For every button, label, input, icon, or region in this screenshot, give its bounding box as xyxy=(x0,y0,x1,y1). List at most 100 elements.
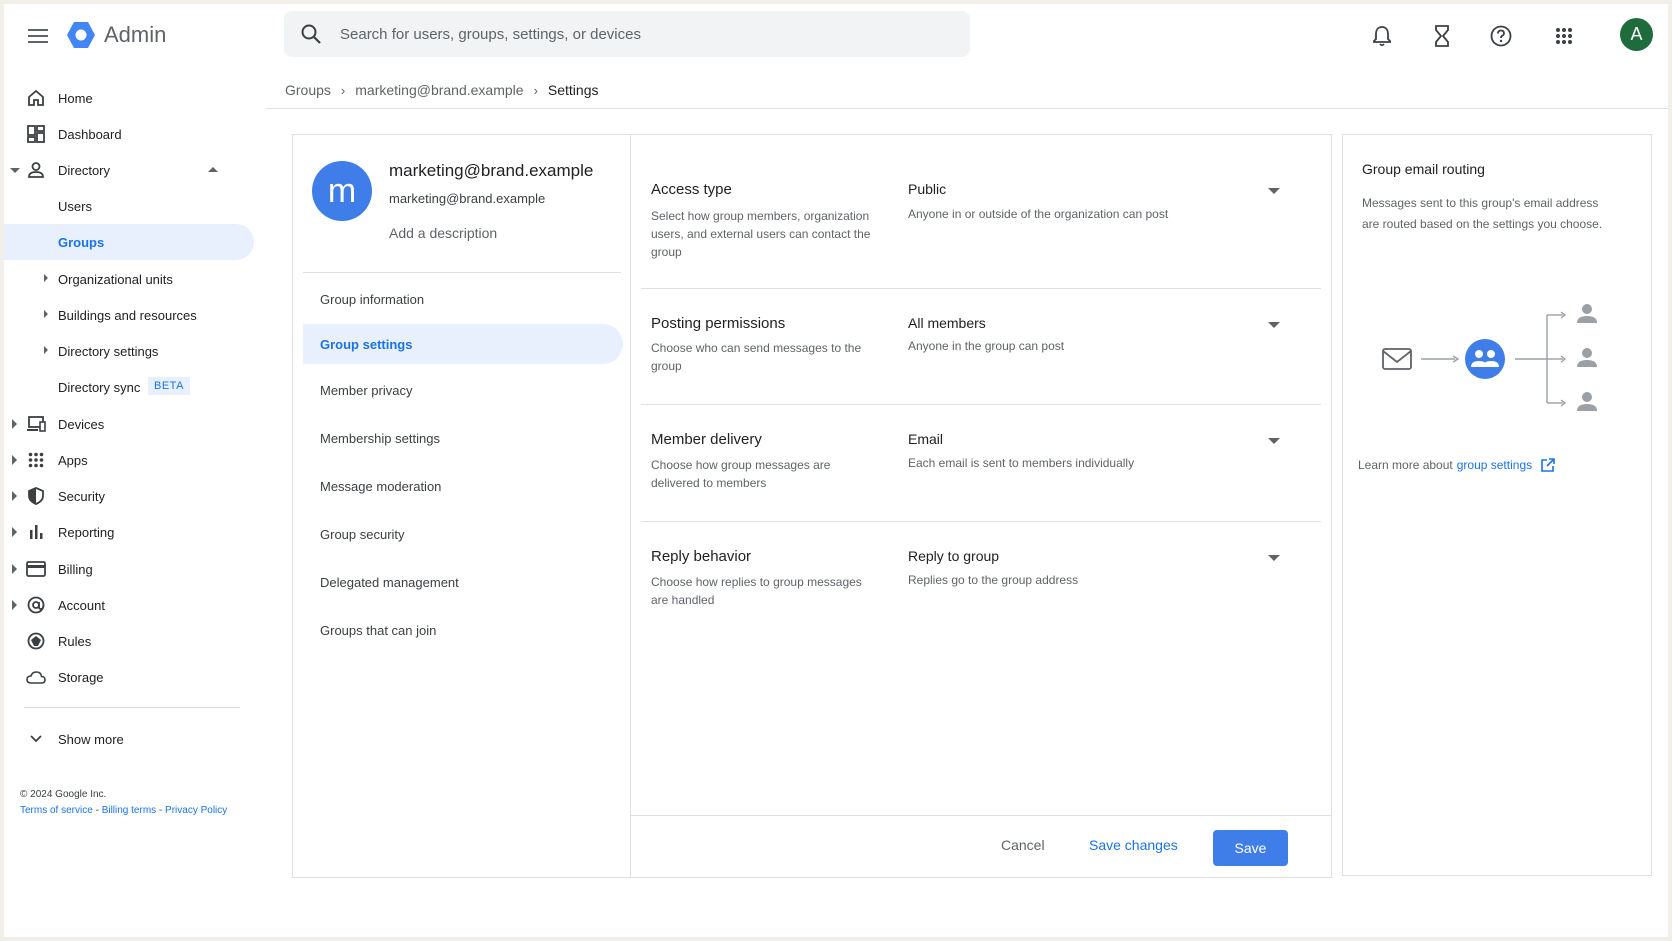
search-bar[interactable] xyxy=(284,11,970,57)
sidebar-item-label: Buildings and resources xyxy=(58,307,197,323)
breadcrumb-chevron-icon: › xyxy=(533,82,538,98)
sidebar-item-organizational-units[interactable]: Organizational units xyxy=(4,261,254,297)
terms-link[interactable]: Terms of service xyxy=(20,805,93,816)
email-routing-diagram xyxy=(1382,304,1597,411)
sidebar-item-security[interactable]: Security xyxy=(4,478,254,514)
expand-caret-icon xyxy=(44,346,48,354)
setting-value[interactable]: Reply to group xyxy=(908,548,999,564)
sidebar-item-label: Storage xyxy=(58,669,104,685)
breadcrumb-groups[interactable]: Groups xyxy=(285,82,331,98)
dropdown-arrow-icon[interactable] xyxy=(1268,188,1280,194)
expand-caret-icon xyxy=(44,274,48,282)
group-title: marketing@brand.example xyxy=(389,161,594,180)
save-changes-button[interactable]: Save changes xyxy=(1089,827,1178,863)
group-menu-group-information[interactable]: Group information xyxy=(303,279,623,319)
sidebar-item-groups[interactable]: Groups xyxy=(4,224,254,260)
admin-logo[interactable]: Admin xyxy=(66,20,166,50)
external-link-icon[interactable] xyxy=(1540,457,1556,473)
setting-access-type[interactable]: Access type Select how group members, or… xyxy=(641,155,1321,289)
credit-card-icon xyxy=(26,559,46,579)
sidebar-item-billing[interactable]: Billing xyxy=(4,551,254,587)
setting-value[interactable]: All members xyxy=(908,315,986,331)
expand-caret-icon xyxy=(12,419,17,429)
setting-value[interactable]: Public xyxy=(908,181,946,197)
sidebar-item-label: Directory settings xyxy=(58,343,159,359)
sidebar-item-label: Users xyxy=(58,198,92,214)
breadcrumb: Groups › marketing@brand.example › Setti… xyxy=(285,80,599,100)
group-nav-pane: m marketing@brand.example marketing@bran… xyxy=(293,135,631,877)
cancel-button[interactable]: Cancel xyxy=(1001,827,1045,863)
sidebar-item-users[interactable]: Users xyxy=(4,188,254,224)
info-title: Group email routing xyxy=(1362,161,1485,177)
settings-pane: Access type Select how group members, or… xyxy=(631,135,1331,877)
expand-caret-icon xyxy=(12,564,17,574)
tasks-button[interactable] xyxy=(1426,20,1458,52)
sidebar-item-home[interactable]: Home xyxy=(4,80,254,116)
sidebar-item-account[interactable]: Account xyxy=(4,587,254,623)
sidebar-item-directory-settings[interactable]: Directory settings xyxy=(4,333,254,369)
dropdown-arrow-icon[interactable] xyxy=(1268,438,1280,444)
envelope-icon xyxy=(1382,348,1412,370)
sidebar-item-reporting[interactable]: Reporting xyxy=(4,514,254,550)
show-more-button[interactable]: Show more xyxy=(4,721,254,757)
learn-more-prefix: Learn more about xyxy=(1358,458,1453,472)
group-menu-groups-that-can-join[interactable]: Groups that can join xyxy=(303,610,623,650)
search-icon xyxy=(301,24,321,44)
sidebar-item-label: Devices xyxy=(58,416,105,432)
group-menu-delegated-management[interactable]: Delegated management xyxy=(303,562,623,602)
admin-hexagon-icon xyxy=(67,22,95,48)
sidebar-item-label: Directory xyxy=(58,162,111,178)
hourglass-icon xyxy=(1435,25,1449,47)
setting-member-delivery[interactable]: Member delivery Choose how group message… xyxy=(641,405,1321,522)
group-card: m marketing@brand.example marketing@bran… xyxy=(292,134,1332,878)
sidebar-item-buildings-and-resources[interactable]: Buildings and resources xyxy=(4,297,254,333)
dropdown-arrow-icon[interactable] xyxy=(1268,555,1280,561)
group-menu-membership-settings[interactable]: Membership settings xyxy=(303,418,623,458)
setting-value[interactable]: Email xyxy=(908,431,943,447)
sidebar-item-label: Groups xyxy=(58,234,105,250)
group-menu-message-moderation[interactable]: Message moderation xyxy=(303,466,623,506)
sidebar-item-directory[interactable]: Directory xyxy=(4,152,254,188)
sidebar-item-rules[interactable]: Rules xyxy=(4,623,254,659)
expand-caret-icon xyxy=(12,600,17,610)
help-button[interactable] xyxy=(1485,20,1517,52)
at-sign-icon xyxy=(26,595,46,615)
grid-icon xyxy=(1556,28,1572,44)
notifications-button[interactable] xyxy=(1366,20,1398,52)
account-avatar[interactable]: A xyxy=(1620,18,1653,51)
add-description-link[interactable]: Add a description xyxy=(389,225,497,241)
sidebar-item-apps[interactable]: Apps xyxy=(4,442,254,478)
sidebar-item-directory-sync[interactable]: Directory sync BETA xyxy=(4,369,254,405)
routing-info-card: Group email routing Messages sent to thi… xyxy=(1342,134,1652,876)
billing-terms-link[interactable]: Billing terms xyxy=(102,805,156,816)
member-person-icon xyxy=(1577,304,1597,411)
group-people-icon xyxy=(1465,339,1505,379)
search-input[interactable] xyxy=(340,11,940,57)
sidebar: Home Dashboard Directory Users Groups Or… xyxy=(4,80,262,937)
group-nav-divider xyxy=(303,272,621,273)
expand-caret-icon xyxy=(10,168,20,173)
info-description: Messages sent to this group's email addr… xyxy=(1362,196,1603,231)
group-settings-link[interactable]: group settings xyxy=(1457,458,1532,472)
apps-launcher-button[interactable] xyxy=(1548,20,1580,52)
footer-separator: - xyxy=(156,805,166,816)
sidebar-item-label: Dashboard xyxy=(58,126,122,142)
sidebar-item-dashboard[interactable]: Dashboard xyxy=(4,116,254,152)
breadcrumb-group[interactable]: marketing@brand.example xyxy=(355,82,523,98)
setting-reply-behavior[interactable]: Reply behavior Choose how replies to gro… xyxy=(641,522,1321,632)
group-menu-group-security[interactable]: Group security xyxy=(303,514,623,554)
privacy-policy-link[interactable]: Privacy Policy xyxy=(165,805,227,816)
sidebar-item-storage[interactable]: Storage xyxy=(4,659,254,695)
setting-title: Member delivery xyxy=(651,431,762,448)
dropdown-arrow-icon[interactable] xyxy=(1268,322,1280,328)
save-button[interactable]: Save xyxy=(1213,830,1288,866)
group-menu-group-settings[interactable]: Group settings xyxy=(303,324,623,364)
sidebar-item-label: Security xyxy=(58,488,105,504)
sidebar-item-devices[interactable]: Devices xyxy=(4,406,254,442)
main-menu-button[interactable] xyxy=(22,20,54,52)
footer-separator: - xyxy=(92,805,102,816)
apps-grid-icon xyxy=(26,450,46,470)
setting-posting-permissions[interactable]: Posting permissions Choose who can send … xyxy=(641,289,1321,405)
collapse-arrow-icon[interactable] xyxy=(208,167,218,172)
group-menu-member-privacy[interactable]: Member privacy xyxy=(303,370,623,410)
